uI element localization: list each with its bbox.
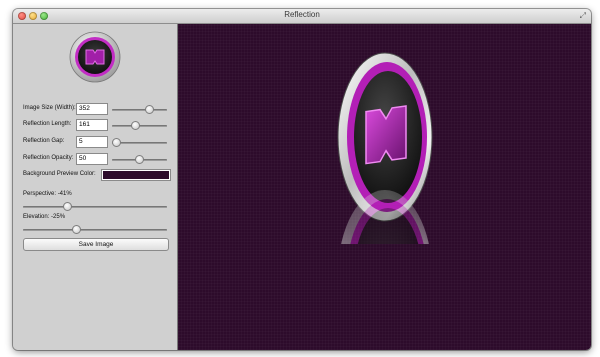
reflection-length-label: Reflection Length:: [23, 121, 72, 127]
perspective-label-text: Perspective:: [23, 191, 57, 197]
background-color-well[interactable]: [101, 169, 171, 181]
perspective-value: -41%: [57, 191, 72, 197]
save-image-button[interactable]: Save Image: [23, 238, 169, 251]
fullscreen-icon[interactable]: ⤢: [580, 11, 586, 21]
settings-sidebar: Image Size (Width): 352 Reflection Lengt…: [13, 24, 178, 350]
reflection-opacity-field[interactable]: 50: [76, 153, 108, 165]
reflection-length-field[interactable]: 161: [76, 119, 108, 131]
elevation-label-text: Elevation:: [23, 214, 50, 220]
reflection-opacity-label: Reflection Opacity:: [23, 155, 74, 161]
image-size-slider[interactable]: [112, 109, 167, 111]
perspective-slider-knob[interactable]: [63, 202, 72, 211]
elevation-slider[interactable]: [23, 229, 167, 231]
perspective-label: Perspective: -41%: [23, 191, 72, 197]
image-size-field[interactable]: 352: [76, 103, 108, 115]
app-window: Reflection ⤢ Image Size (Width): 352 Ref…: [13, 9, 591, 350]
reflection-gap-slider-knob[interactable]: [112, 138, 121, 147]
image-size-slider-knob[interactable]: [145, 105, 154, 114]
purple-badge-icon: [337, 52, 433, 350]
reflection-length-slider-knob[interactable]: [131, 121, 140, 130]
reflection-opacity-slider-knob[interactable]: [135, 155, 144, 164]
elevation-slider-knob[interactable]: [72, 225, 81, 234]
title-bar: Reflection ⤢: [13, 9, 591, 24]
reflection-gap-field[interactable]: 5: [76, 136, 108, 148]
image-size-label: Image Size (Width):: [23, 105, 76, 111]
window-title: Reflection: [284, 10, 320, 19]
reflection-gap-label: Reflection Gap:: [23, 138, 65, 144]
preview-canvas: [178, 24, 591, 350]
background-color-label: Background Preview Color:: [23, 171, 96, 177]
background-color-swatch: [103, 171, 169, 179]
perspective-slider[interactable]: [23, 206, 167, 208]
elevation-value: -25%: [51, 214, 66, 220]
source-image-thumbnail: [69, 31, 121, 83]
elevation-label: Elevation: -25%: [23, 214, 65, 220]
